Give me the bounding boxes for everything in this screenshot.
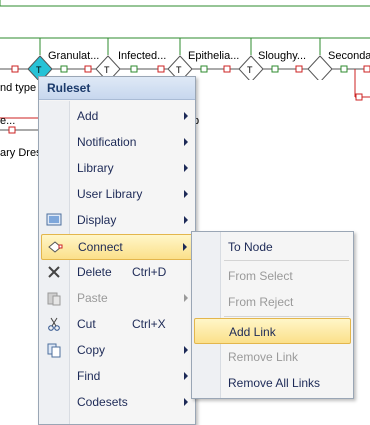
menu-item-label: Cut	[77, 317, 96, 331]
menu-item-label: Paste	[77, 291, 108, 305]
svg-text:T: T	[176, 65, 182, 75]
connect-submenu: To Node From Select From Reject Add Link…	[191, 231, 354, 399]
menu-item-label: Notification	[77, 135, 137, 149]
submenu-item-label: From Reject	[228, 295, 294, 309]
submenu-item-from-select[interactable]: From Select	[194, 263, 351, 287]
submenu-arrow-icon	[184, 216, 188, 224]
menu-item-notification[interactable]: Notification	[41, 130, 193, 154]
menu-item-find[interactable]: Find	[41, 364, 193, 388]
submenu-item-label: From Select	[228, 269, 293, 283]
submenu-item-label: Remove All Links	[228, 376, 321, 390]
node-label-granulation: Granulat...	[48, 50, 100, 62]
submenu-item-label: To Node	[228, 240, 273, 254]
submenu-item-to-node[interactable]: To Node	[194, 234, 351, 258]
svg-text:T: T	[36, 65, 42, 75]
submenu-arrow-icon	[184, 164, 188, 172]
menu-item-shortcut: Ctrl+D	[132, 265, 167, 279]
copy-icon	[47, 343, 61, 358]
menu-item-connect[interactable]: Connect	[41, 234, 193, 260]
submenu-separator	[224, 316, 349, 317]
menu-item-copy[interactable]: Copy	[41, 338, 193, 362]
svg-text:T: T	[104, 65, 110, 75]
submenu-arrow-icon	[184, 190, 188, 198]
submenu-arrow-icon	[183, 243, 187, 251]
submenu-item-from-reject[interactable]: From Reject	[194, 289, 351, 313]
menu-item-codesets[interactable]: Codesets	[41, 390, 193, 414]
submenu-arrow-icon	[184, 112, 188, 120]
submenu-item-remove-link[interactable]: Remove Link	[194, 344, 351, 368]
left-label-row1: nd type	[0, 82, 37, 94]
node-label-epithelia: Epithelia...	[188, 50, 240, 62]
connect-icon	[48, 241, 63, 253]
submenu-item-add-link[interactable]: Add Link	[194, 318, 351, 344]
menu-item-label: Connect	[78, 240, 123, 254]
submenu-item-label: Remove Link	[228, 350, 299, 364]
submenu-arrow-icon	[184, 372, 188, 380]
ruleset-context-menu: Ruleset Add Notification Library User Li…	[38, 76, 196, 425]
menu-item-shortcut: Ctrl+X	[132, 317, 166, 331]
scissors-icon	[48, 317, 60, 331]
node-label-secondary: Seconda	[328, 50, 370, 62]
submenu-separator	[224, 260, 349, 261]
submenu-item-label: Add Link	[229, 325, 276, 339]
menu-item-label: Copy	[77, 343, 106, 357]
menu-item-label: Library	[77, 161, 114, 175]
menu-item-label: Codesets	[77, 395, 128, 409]
menu-item-user-library[interactable]: User Library	[41, 182, 193, 206]
menu-item-delete[interactable]: Delete Ctrl+D	[41, 260, 193, 284]
submenu-arrow-icon	[184, 398, 188, 406]
submenu-arrow-icon	[184, 294, 188, 302]
menu-item-cut[interactable]: Cut Ctrl+X	[41, 312, 193, 336]
menu-item-label: Add	[77, 109, 99, 123]
submenu-item-remove-all-links[interactable]: Remove All Links	[194, 370, 351, 394]
node-label-infected: Infected...	[118, 50, 167, 62]
node-label-sloughy: Sloughy...	[258, 50, 307, 62]
menu-item-label: Display	[77, 213, 117, 227]
submenu-arrow-icon	[184, 138, 188, 146]
menu-item-add[interactable]: Add	[41, 104, 193, 128]
left-connector-icon	[8, 126, 16, 134]
red-connector-icon	[11, 65, 19, 73]
menu-title: Ruleset	[47, 81, 91, 95]
menu-header: Ruleset	[39, 77, 195, 100]
svg-text:T: T	[247, 65, 253, 75]
delete-icon	[48, 266, 60, 278]
menu-item-library[interactable]: Library	[41, 156, 193, 180]
paste-icon	[47, 292, 61, 306]
menu-item-label: Delete	[77, 265, 112, 279]
menu-item-display[interactable]: Display	[41, 208, 193, 232]
menu-item-paste[interactable]: Paste	[41, 286, 193, 310]
menu-item-label: Find	[77, 369, 101, 383]
menu-item-label: User Library	[77, 187, 143, 201]
display-icon	[46, 213, 62, 226]
submenu-arrow-icon	[184, 346, 188, 354]
